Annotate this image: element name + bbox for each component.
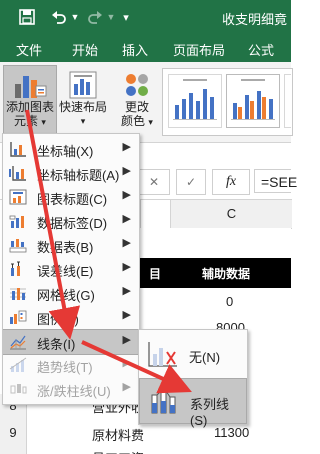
arrow-to-series-lines [81,340,192,394]
arrow-to-lines-item [25,109,81,340]
annotation-arrows [25,109,192,394]
